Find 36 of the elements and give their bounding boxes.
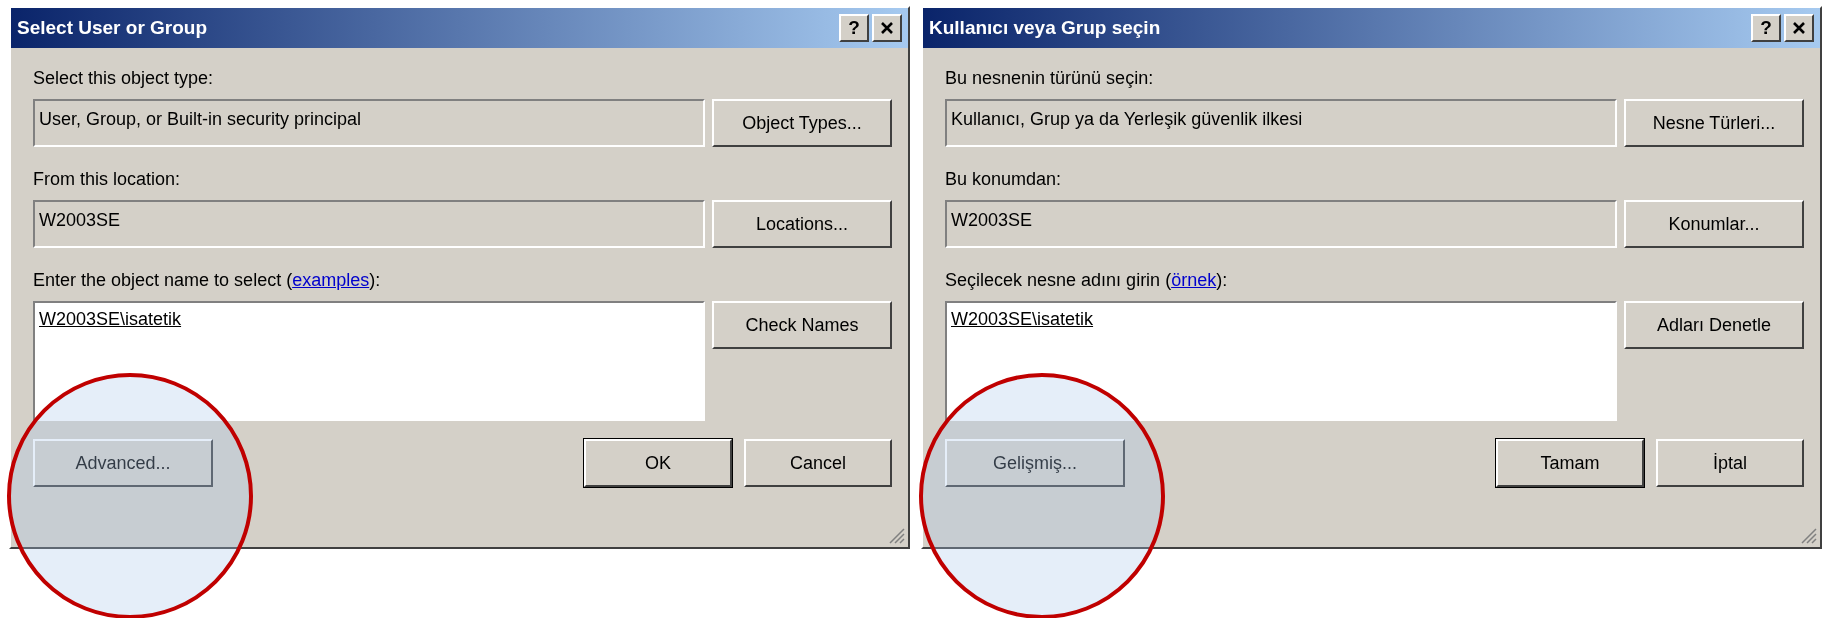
object-name-value: W2003SE\isatetik [39, 309, 182, 329]
field-label: Seçilecek nesne adını girin (örnek): [945, 270, 1229, 291]
examples-link[interactable]: examples [292, 270, 370, 290]
object-name-field[interactable]: W2003SE\isatetik [945, 301, 1617, 421]
object-types-button[interactable]: Nesne Türleri... [1624, 99, 1804, 147]
check-names-button[interactable]: Check Names [712, 301, 892, 349]
help-button[interactable]: ? [1751, 14, 1781, 42]
ok-button[interactable]: Tamam [1496, 439, 1644, 487]
cancel-button[interactable]: Cancel [744, 439, 892, 487]
advanced-button[interactable]: Advanced... [33, 439, 213, 487]
field-label: Enter the object name to select (examples): [33, 270, 382, 291]
object-type-field: Kullanıcı, Grup ya da Yerleşik güvenlik ilkesi [945, 99, 1617, 147]
check-names-button[interactable]: Adları Denetle [1624, 301, 1804, 349]
field-label: Bu nesnenin türünü seçin: [945, 68, 1155, 89]
close-button[interactable] [1784, 14, 1814, 42]
window-title: Select User or Group [17, 17, 208, 39]
advanced-button[interactable]: Gelişmiş... [945, 439, 1125, 487]
window-title: Kullanıcı veya Grup seçin [929, 17, 1161, 39]
field-label: Select this object type: [33, 68, 215, 89]
location-field: W2003SE [33, 200, 705, 248]
object-name-value: W2003SE\isatetik [951, 309, 1094, 329]
help-button[interactable]: ? [839, 14, 869, 42]
locations-button[interactable]: Locations... [712, 200, 892, 248]
examples-link[interactable]: örnek [1171, 270, 1217, 290]
object-name-field[interactable]: W2003SE\isatetik [33, 301, 705, 421]
object-type-field: User, Group, or Built-in security principal [33, 99, 705, 147]
cancel-button[interactable]: İptal [1656, 439, 1804, 487]
field-label: From this location: [33, 169, 182, 190]
object-types-button[interactable]: Object Types... [712, 99, 892, 147]
field-label: Bu konumdan: [945, 169, 1063, 190]
ok-button[interactable]: OK [584, 439, 732, 487]
locations-button[interactable]: Konumlar... [1624, 200, 1804, 248]
location-field: W2003SE [945, 200, 1617, 248]
close-icon [1791, 20, 1807, 36]
close-button[interactable] [872, 14, 902, 42]
close-icon [879, 20, 895, 36]
